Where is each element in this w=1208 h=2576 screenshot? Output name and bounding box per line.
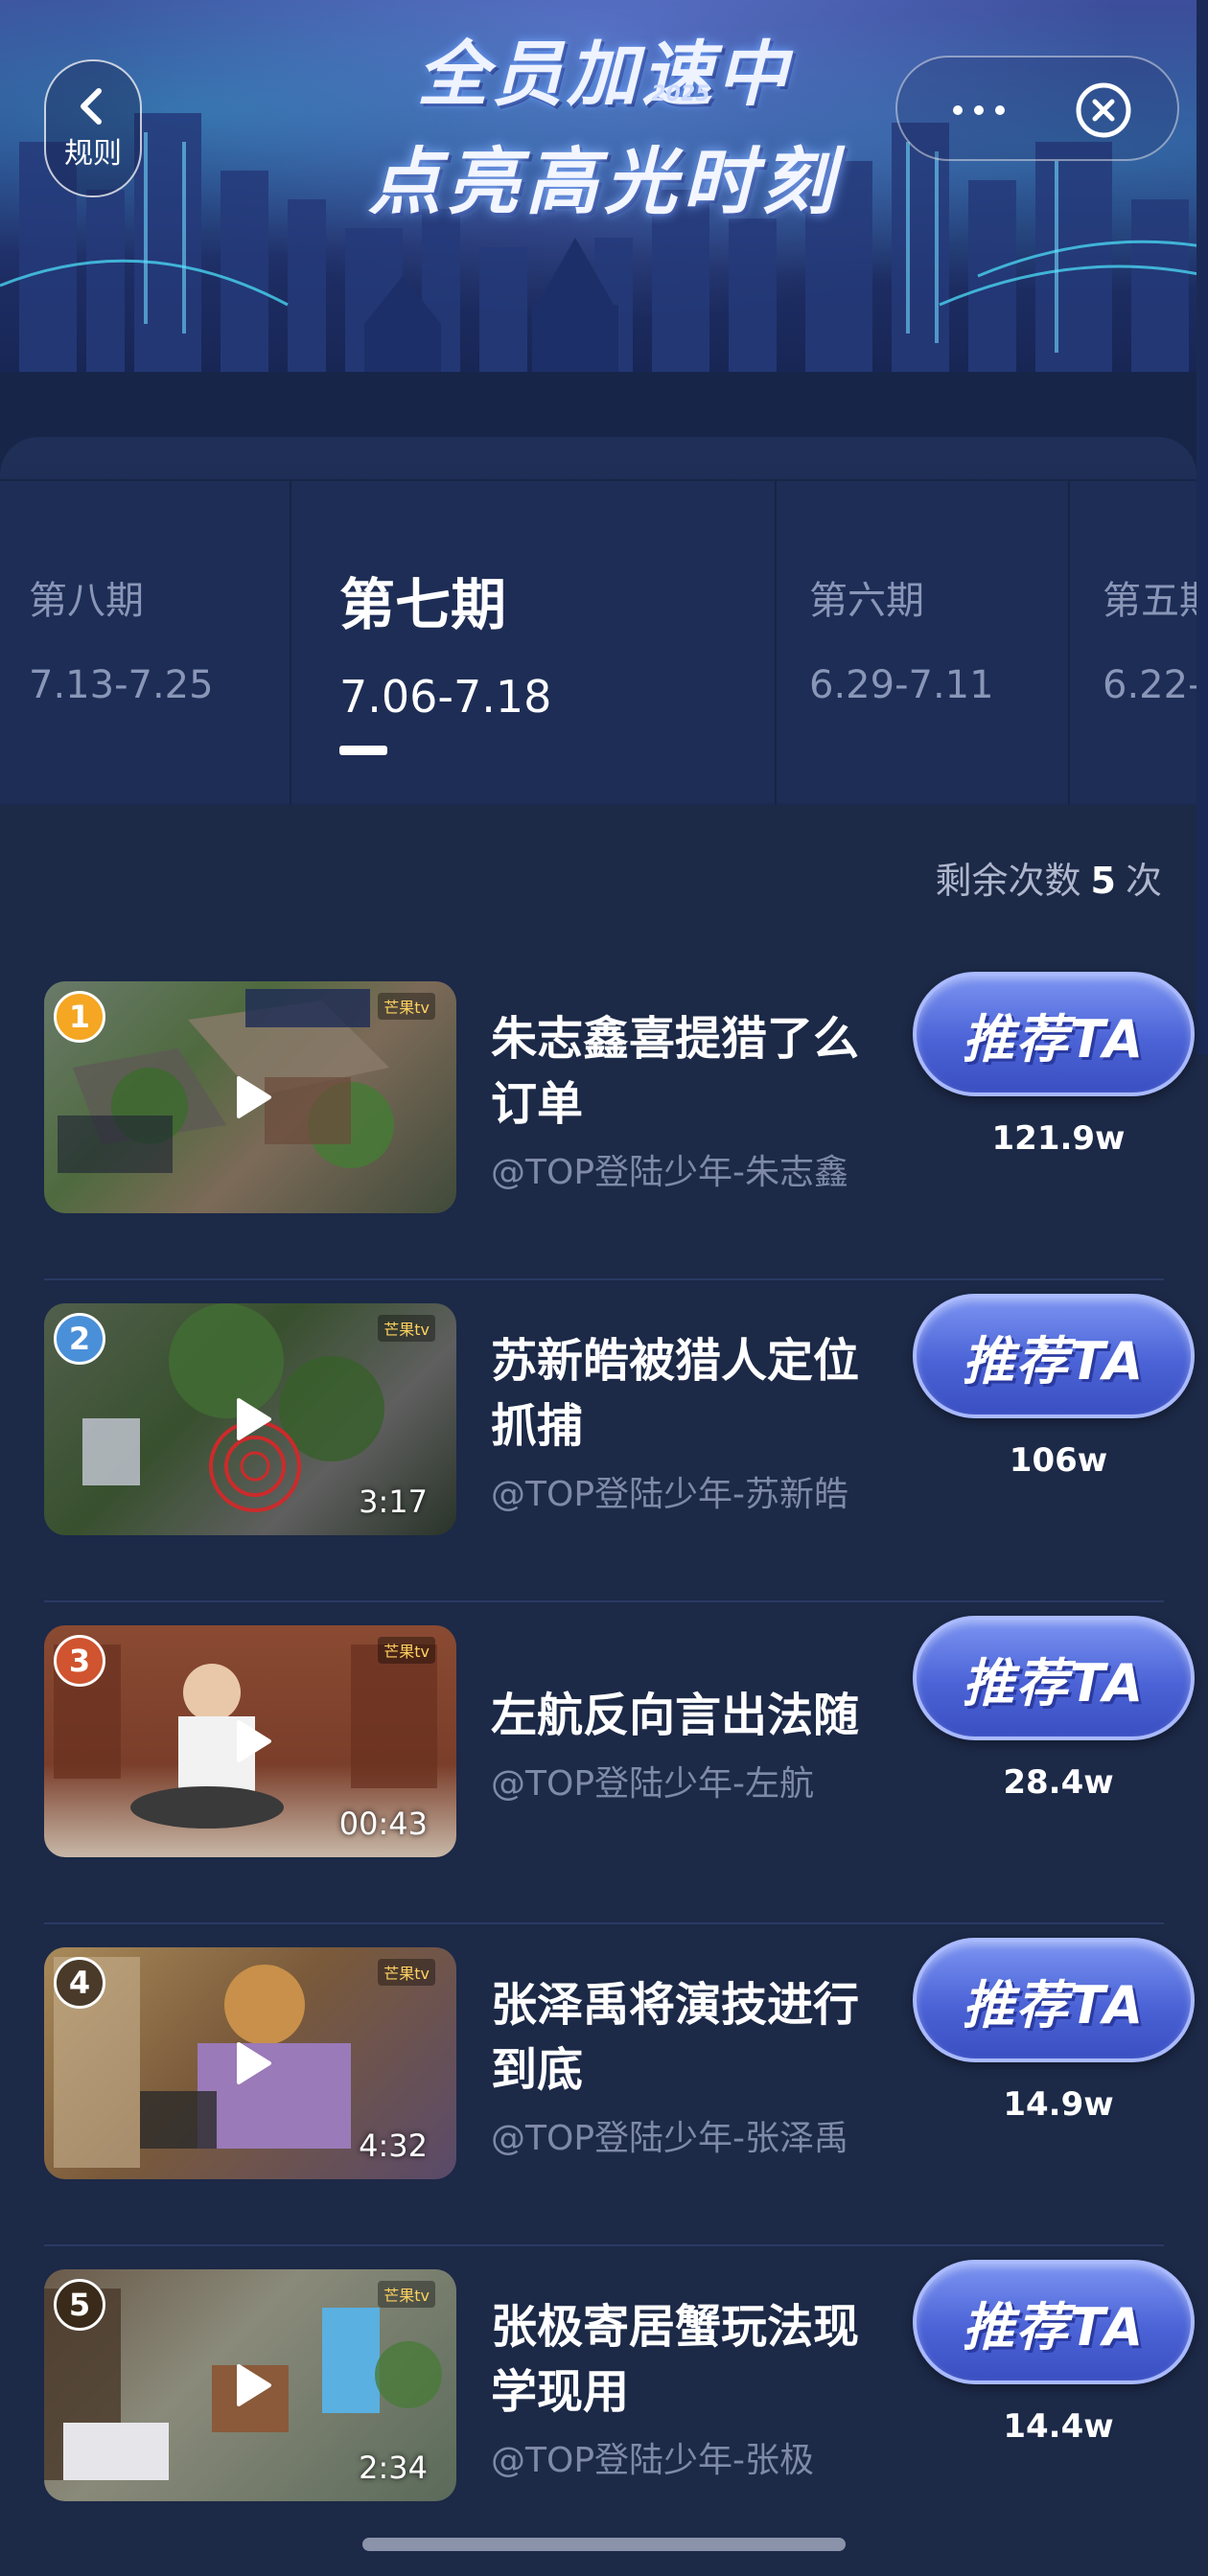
video-duration: 2:34 xyxy=(359,2450,428,2486)
video-author: @TOP登陆少年-朱志鑫 xyxy=(491,1153,849,1192)
mango-tv-logo: 芒果tv xyxy=(378,1959,435,1986)
list-item: 2 芒果tv 3:17 苏新皓被猎人定位抓捕 @TOP登陆少年-苏新皓 推荐TA… xyxy=(0,1280,1208,1602)
rules-back-button[interactable]: 规则 xyxy=(44,59,142,197)
list-item: 4 芒果tv 4:32 张泽禹将演技进行到底 @TOP登陆少年-张泽禹 推荐TA… xyxy=(0,1924,1208,2246)
mango-tv-logo: 芒果tv xyxy=(378,993,435,1020)
period-tabs: 第八期 7.13-7.25 第七期 7.06-7.18 第六期 6.29-7.1… xyxy=(0,479,1196,805)
video-info: 张极寄居蟹玩法现学现用 @TOP登陆少年-张极 xyxy=(491,2294,894,2482)
video-info: 朱志鑫喜提猎了么订单 @TOP登陆少年-朱志鑫 xyxy=(491,1006,894,1194)
vote-count: 121.9w xyxy=(991,1119,1126,1158)
video-author: @TOP登陆少年-苏新皓 xyxy=(491,1475,849,1514)
video-author: @TOP登陆少年-张泽禹 xyxy=(491,2119,849,2158)
rank-badge: 3 xyxy=(54,1635,105,1687)
mini-program-capsule xyxy=(895,56,1179,161)
tab-date: 6.22-7 xyxy=(1103,663,1196,707)
vote-count: 106w xyxy=(1009,1441,1108,1480)
scrollbar[interactable] xyxy=(1196,0,1208,1054)
play-icon xyxy=(237,1720,271,1762)
period-tabs-section: 第八期 7.13-7.25 第七期 7.06-7.18 第六期 6.29-7.1… xyxy=(0,372,1208,805)
remaining-votes: 剩余次数 5 次 xyxy=(936,851,1162,904)
tab-period-5[interactable]: 第五期 6.22-7 xyxy=(1070,481,1196,805)
video-duration: 00:43 xyxy=(338,1806,428,1842)
tab-name: 第五期 xyxy=(1103,579,1196,623)
close-icon[interactable] xyxy=(1074,80,1133,140)
video-title[interactable]: 朱志鑫喜提猎了么订单 xyxy=(491,1006,894,1137)
mango-tv-logo: 芒果tv xyxy=(378,2281,435,2308)
rank-badge: 5 xyxy=(54,2279,105,2331)
video-info: 左航反向言出法随 @TOP登陆少年-左航 xyxy=(491,1683,894,1806)
video-thumbnail[interactable]: 2 芒果tv 3:17 xyxy=(44,1303,456,1535)
video-thumbnail[interactable]: 3 芒果tv 00:43 xyxy=(44,1625,456,1857)
play-icon xyxy=(237,1076,271,1118)
tab-date: 6.29-7.11 xyxy=(809,663,994,707)
mango-tv-logo: 芒果tv xyxy=(378,1315,435,1342)
tab-name: 第八期 xyxy=(29,579,144,623)
tab-period-6[interactable]: 第六期 6.29-7.11 xyxy=(777,481,1070,805)
recommend-button[interactable]: 推荐TA xyxy=(913,2260,1195,2384)
active-tab-underline xyxy=(339,746,387,755)
tab-period-8[interactable]: 第八期 7.13-7.25 xyxy=(0,481,291,805)
video-thumbnail[interactable]: 5 芒果tv 2:34 xyxy=(44,2269,456,2501)
video-author: @TOP登陆少年-左航 xyxy=(491,1764,815,1804)
video-duration: 4:32 xyxy=(359,2128,428,2164)
list-item: 1 芒果tv 朱志鑫喜提猎了么订单 @TOP登陆少年-朱志鑫 推荐TA 121.… xyxy=(0,958,1208,1280)
play-icon xyxy=(237,2042,271,2084)
rank-badge: 1 xyxy=(54,991,105,1043)
video-info: 苏新皓被猎人定位抓捕 @TOP登陆少年-苏新皓 xyxy=(491,1328,894,1516)
tab-period-7[interactable]: 第七期 7.06-7.18 xyxy=(291,481,777,805)
play-icon xyxy=(237,2364,271,2406)
vote-count: 14.9w xyxy=(1003,2085,1114,2124)
vote-count: 28.4w xyxy=(1003,1763,1114,1802)
tab-date: 7.13-7.25 xyxy=(29,663,214,707)
recommend-button[interactable]: 推荐TA xyxy=(913,1938,1195,2062)
list-item: 3 芒果tv 00:43 左航反向言出法随 @TOP登陆少年-左航 推荐TA 2… xyxy=(0,1602,1208,1924)
recommend-button[interactable]: 推荐TA xyxy=(913,972,1195,1096)
list-item: 5 芒果tv 2:34 张极寄居蟹玩法现学现用 @TOP登陆少年-张极 推荐TA… xyxy=(0,2246,1208,2568)
video-thumbnail[interactable]: 4 芒果tv 4:32 xyxy=(44,1947,456,2179)
header-banner: 全员加速中 2025 点亮高光时刻 规则 xyxy=(0,0,1208,372)
rank-badge: 2 xyxy=(54,1313,105,1365)
home-indicator[interactable] xyxy=(362,2538,846,2551)
more-icon[interactable] xyxy=(945,96,1012,125)
rules-label: 规则 xyxy=(64,137,122,171)
remaining-count: 5 xyxy=(1090,860,1116,902)
video-author: @TOP登陆少年-张极 xyxy=(491,2441,815,2480)
video-title[interactable]: 张泽禹将演技进行到底 xyxy=(491,1972,894,2103)
video-duration: 3:17 xyxy=(359,1484,428,1520)
remaining-unit: 次 xyxy=(1125,860,1162,902)
video-info: 张泽禹将演技进行到底 @TOP登陆少年-张泽禹 xyxy=(491,1972,894,2160)
play-icon xyxy=(237,1398,271,1440)
tab-date: 7.06-7.18 xyxy=(339,671,552,723)
rank-badge: 4 xyxy=(54,1957,105,2009)
video-thumbnail[interactable]: 1 芒果tv xyxy=(44,981,456,1213)
video-title[interactable]: 张极寄居蟹玩法现学现用 xyxy=(491,2294,894,2425)
mango-tv-logo: 芒果tv xyxy=(378,1637,435,1664)
tab-name: 第七期 xyxy=(339,572,507,637)
video-title[interactable]: 左航反向言出法随 xyxy=(491,1683,894,1748)
tab-name: 第六期 xyxy=(809,579,924,623)
chevron-left-icon xyxy=(81,88,102,125)
vote-count: 14.4w xyxy=(1003,2407,1114,2446)
recommend-button[interactable]: 推荐TA xyxy=(913,1616,1195,1740)
recommend-button[interactable]: 推荐TA xyxy=(913,1294,1195,1418)
video-title[interactable]: 苏新皓被猎人定位抓捕 xyxy=(491,1328,894,1459)
remaining-label: 剩余次数 xyxy=(935,860,1081,902)
